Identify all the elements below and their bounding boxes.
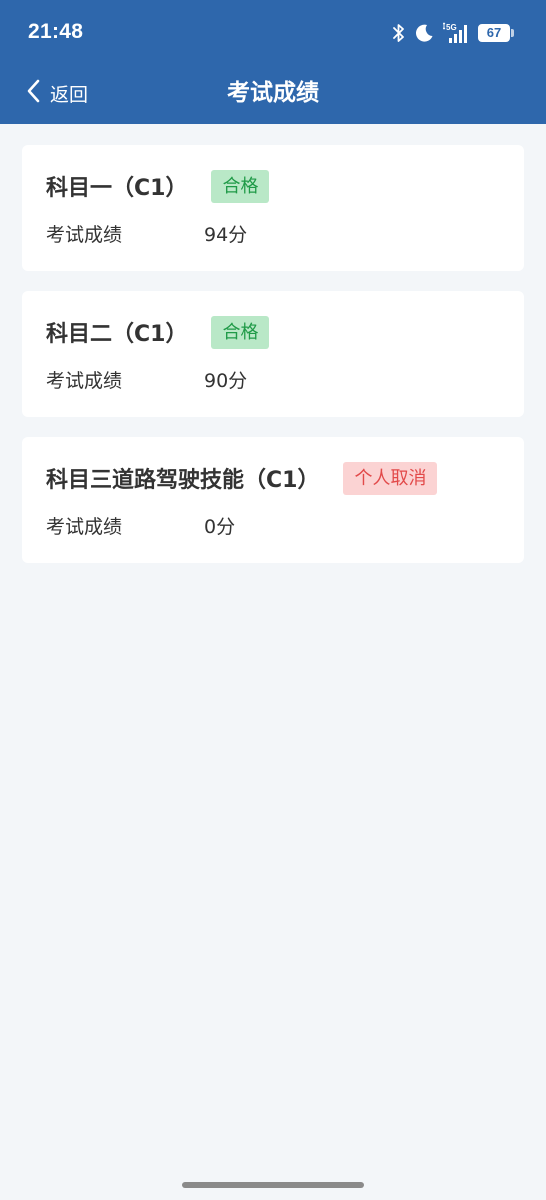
card-title-row: 科目一（C1） 合格 bbox=[46, 169, 270, 203]
score-label: 考试成绩 bbox=[46, 223, 123, 246]
exam-result-card[interactable]: 科目一（C1） 合格 考试成绩 94分 bbox=[22, 145, 524, 271]
svg-text:5G: 5G bbox=[446, 23, 457, 32]
signal-5g-icon: 5G bbox=[443, 22, 469, 44]
app-header: 21:48 5G 67 考试成绩 返回 bbox=[0, 0, 546, 124]
score-row: 考试成绩 94分 bbox=[46, 219, 247, 247]
status-badge: 个人取消 bbox=[343, 461, 438, 495]
subject-title: 科目一（C1） bbox=[46, 176, 188, 201]
score-row: 考试成绩 0分 bbox=[46, 511, 235, 539]
status-bar: 21:48 5G 67 bbox=[0, 0, 546, 66]
score-value: 94分 bbox=[204, 223, 248, 246]
status-badge: 合格 bbox=[211, 169, 270, 203]
status-time: 21:48 bbox=[28, 20, 84, 43]
score-label: 考试成绩 bbox=[46, 515, 123, 538]
moon-icon bbox=[414, 23, 434, 43]
status-badge: 合格 bbox=[211, 315, 270, 349]
bluetooth-icon bbox=[393, 23, 405, 43]
back-label: 返回 bbox=[50, 83, 89, 106]
score-row: 考试成绩 90分 bbox=[46, 365, 247, 393]
subject-title: 科目二（C1） bbox=[46, 322, 188, 347]
status-icons: 5G 67 bbox=[393, 20, 514, 46]
back-button[interactable]: 返回 bbox=[26, 76, 88, 110]
exam-result-card[interactable]: 科目三道路驾驶技能（C1） 个人取消 考试成绩 0分 bbox=[22, 437, 524, 563]
card-title-row: 科目三道路驾驶技能（C1） 个人取消 bbox=[46, 461, 438, 495]
battery-icon: 67 bbox=[478, 24, 514, 42]
chevron-left-icon bbox=[26, 79, 40, 107]
score-value: 0分 bbox=[204, 515, 236, 538]
subject-title: 科目三道路驾驶技能（C1） bbox=[46, 468, 320, 493]
card-title-row: 科目二（C1） 合格 bbox=[46, 315, 270, 349]
nav-bar: 考试成绩 返回 bbox=[0, 66, 546, 124]
score-value: 90分 bbox=[204, 369, 248, 392]
score-label: 考试成绩 bbox=[46, 369, 123, 392]
exam-result-list: 科目一（C1） 合格 考试成绩 94分 科目二（C1） 合格 考试成绩 90分 … bbox=[22, 145, 524, 583]
home-indicator[interactable] bbox=[182, 1182, 364, 1188]
exam-result-card[interactable]: 科目二（C1） 合格 考试成绩 90分 bbox=[22, 291, 524, 417]
